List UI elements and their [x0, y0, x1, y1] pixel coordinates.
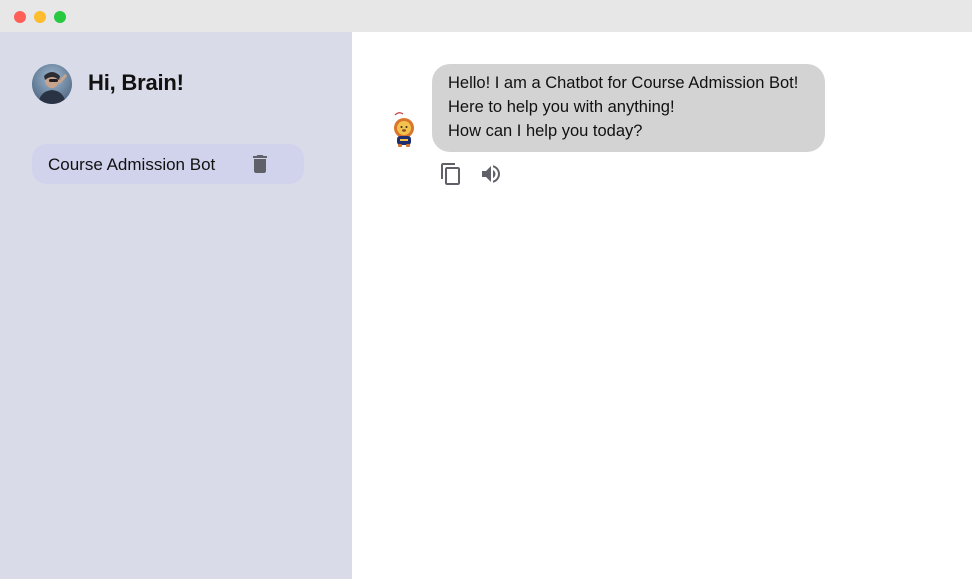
trash-icon[interactable]: [248, 152, 272, 176]
user-photo-avatar-icon: [32, 64, 72, 104]
lion-mascot-icon: [390, 110, 418, 150]
message-line: Here to help you with anything!: [448, 98, 675, 116]
message-line: Hello! I am a Chatbot for Course Admissi…: [448, 74, 799, 92]
chat-area: Hello! I am a Chatbot for Course Admissi…: [352, 32, 972, 579]
window-minimize-button[interactable]: [34, 11, 46, 23]
speaker-icon[interactable]: [479, 162, 503, 186]
bot-message-bubble: Hello! I am a Chatbot for Course Admissi…: [432, 64, 825, 152]
copy-icon[interactable]: [439, 162, 463, 186]
app-window: Hi, Brain! Course Admission Bot Hello! I…: [0, 0, 972, 579]
window-close-button[interactable]: [14, 11, 26, 23]
user-avatar: [32, 64, 72, 104]
chat-list-item[interactable]: Course Admission Bot: [32, 144, 304, 184]
message-line: How can I help you today?: [448, 122, 643, 140]
chat-list-item-label: Course Admission Bot: [48, 155, 216, 174]
sidebar: Hi, Brain! Course Admission Bot: [0, 32, 352, 579]
window-maximize-button[interactable]: [54, 11, 66, 23]
title-bar: [0, 0, 972, 32]
greeting-heading: Hi, Brain!: [88, 70, 184, 95]
